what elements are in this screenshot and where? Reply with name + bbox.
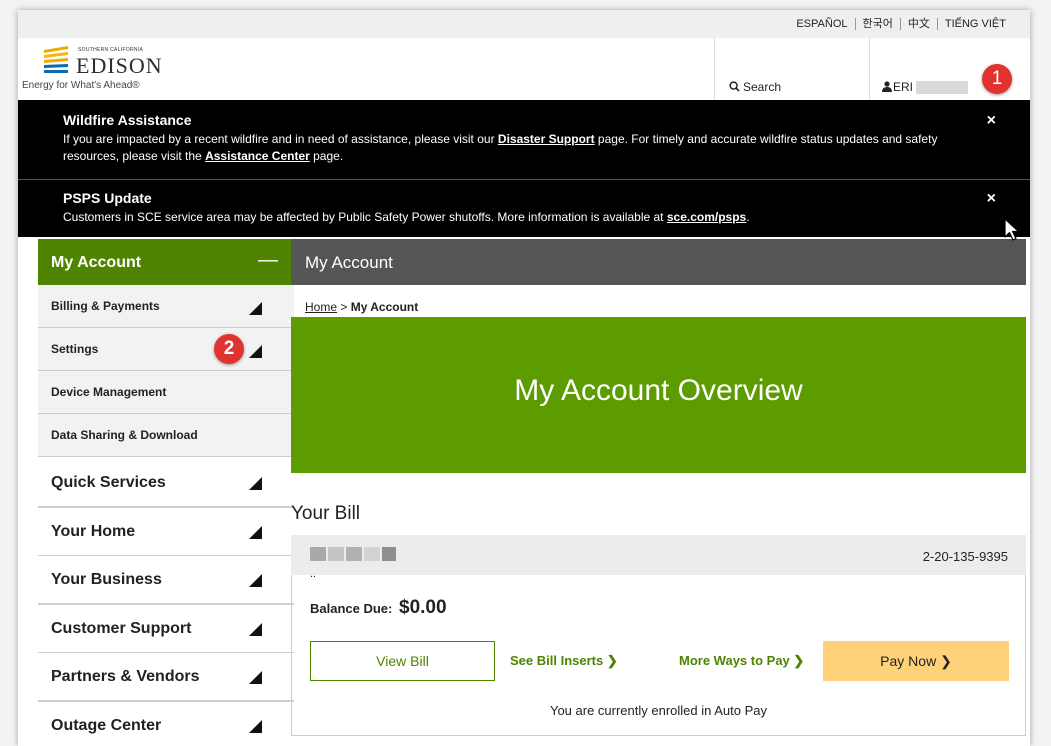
redacted-account-name: ..	[310, 547, 402, 580]
alert-body: If you are impacted by a recent wildfire…	[63, 131, 963, 165]
user-name: ERI	[893, 80, 914, 94]
alert-text: .	[746, 210, 750, 224]
assistance-center-link[interactable]: Assistance Center	[205, 149, 310, 163]
sidebar-item-label: Your Home	[51, 523, 136, 540]
content-header: My Account	[291, 239, 1026, 285]
sidebar-item-label: Data Sharing & Download	[51, 428, 198, 442]
sidebar-item-label: Settings	[51, 342, 99, 356]
content-header-title: My Account	[305, 253, 393, 272]
breadcrumb-separator: >	[337, 300, 351, 314]
alert-title: Wildfire Assistance	[63, 112, 192, 128]
balance-amount: $0.00	[399, 597, 447, 618]
language-bar: ESPAÑOL 한국어 中文 TIẾNG VIỆT	[18, 10, 1030, 38]
collapse-icon[interactable]: —	[258, 249, 278, 272]
expand-triangle-icon	[249, 477, 262, 490]
sidebar-item-your-home[interactable]: Your Home	[38, 508, 294, 557]
sidebar-item-data-sharing[interactable]: Data Sharing & Download	[38, 414, 294, 457]
sidebar-item-label: Device Management	[51, 385, 167, 399]
pay-now-button[interactable]: Pay Now ❯	[823, 641, 1009, 681]
balance-due: Balance Due: $0.00	[310, 597, 447, 619]
close-icon[interactable]: ×	[987, 190, 996, 208]
bill-summary: Balance Due: $0.00 View Bill See Bill In…	[291, 575, 1026, 736]
redacted-user-name	[916, 81, 969, 95]
alert-text: page.	[309, 149, 344, 163]
account-number: 2-20-135-9395	[922, 549, 1008, 564]
logo-name: EDISON	[76, 53, 163, 78]
expand-triangle-icon	[249, 302, 262, 315]
sidebar-item-settings[interactable]: Settings 2	[38, 328, 294, 371]
sidebar-item-label: Your Business	[51, 571, 162, 588]
lang-chinese[interactable]: 中文	[901, 18, 938, 30]
see-bill-inserts-link[interactable]: See Bill Inserts ❯	[510, 653, 618, 669]
lang-espanol[interactable]: ESPAÑOL	[789, 18, 856, 30]
psps-alert: PSPS Update Customers in SCE service are…	[18, 180, 1030, 237]
alert-title: PSPS Update	[63, 190, 152, 206]
sidebar-item-label: Quick Services	[51, 474, 166, 491]
user-icon	[882, 81, 892, 92]
sidebar-item-outage-center[interactable]: Outage Center	[38, 702, 294, 746]
page-title: My Account Overview	[514, 374, 803, 407]
overview-banner: My Account Overview	[291, 317, 1026, 473]
sidebar-nav: My Account — Billing & Payments Settings…	[38, 239, 294, 746]
your-bill-heading: Your Bill	[291, 503, 361, 524]
wildfire-alert: Wildfire Assistance If you are impacted …	[18, 100, 1030, 180]
alert-text: If you are impacted by a recent wildfire…	[63, 132, 498, 146]
sidebar-item-label: Partners & Vendors	[51, 668, 200, 685]
mouse-cursor-icon	[1004, 218, 1020, 241]
sidebar-item-billing-payments[interactable]: Billing & Payments	[38, 285, 294, 328]
annotation-badge-1: 1	[982, 64, 1012, 94]
site-header: SOUTHERN CALIFORNIA EDISON Energy for Wh…	[18, 38, 1030, 100]
lang-vietnamese[interactable]: TIẾNG VIỆT	[938, 18, 1006, 30]
breadcrumb: Home > My Account	[305, 300, 418, 314]
header-search[interactable]: Search	[714, 38, 870, 100]
sun-logo-icon	[42, 44, 72, 74]
sidebar-item-device-management[interactable]: Device Management	[38, 371, 294, 414]
main-content: My Account Home > My Account My Account …	[291, 239, 1026, 746]
breadcrumb-current: My Account	[350, 300, 419, 314]
search-control[interactable]: Search	[729, 80, 781, 94]
sidebar-item-customer-support[interactable]: Customer Support	[38, 605, 294, 654]
language-links: ESPAÑOL 한국어 中文 TIẾNG VIỆT	[789, 18, 1006, 30]
alert-body: Customers in SCE service area may be aff…	[63, 209, 963, 226]
search-icon	[729, 81, 740, 92]
view-bill-button[interactable]: View Bill	[310, 641, 495, 681]
balance-label: Balance Due:	[310, 601, 393, 616]
sidebar-item-label: Outage Center	[51, 717, 162, 734]
edison-logo[interactable]: SOUTHERN CALIFORNIA EDISON Energy for Wh…	[22, 44, 182, 96]
sidebar-header-my-account[interactable]: My Account —	[38, 239, 294, 285]
more-ways-to-pay-link[interactable]: More Ways to Pay ❯	[679, 653, 804, 669]
sidebar-item-label: Customer Support	[51, 620, 192, 637]
expand-triangle-icon	[249, 623, 262, 636]
expand-triangle-icon	[249, 345, 262, 358]
sidebar-header-label: My Account	[51, 254, 142, 271]
expand-triangle-icon	[249, 720, 262, 733]
psps-link[interactable]: sce.com/psps	[667, 210, 746, 224]
breadcrumb-home-link[interactable]: Home	[305, 300, 337, 314]
logo-tagline: Energy for What's Ahead®	[22, 80, 140, 91]
sidebar-item-your-business[interactable]: Your Business	[38, 556, 294, 605]
expand-triangle-icon	[249, 574, 262, 587]
account-bar: .. 2-20-135-9395	[291, 535, 1026, 580]
autopay-status: You are currently enrolled in Auto Pay	[549, 703, 768, 718]
browser-page: ESPAÑOL 한국어 中文 TIẾNG VIỆT SOUTHERN CALIF…	[18, 10, 1030, 746]
annotation-badge-2: 2	[214, 334, 244, 364]
search-label: Search	[743, 80, 782, 94]
sidebar-item-label: Billing & Payments	[51, 299, 160, 313]
alert-text: Customers in SCE service area may be aff…	[63, 210, 667, 224]
lang-korean[interactable]: 한국어	[856, 18, 901, 30]
sidebar-item-partners-vendors[interactable]: Partners & Vendors	[38, 653, 294, 702]
user-menu[interactable]: ERI	[882, 80, 969, 95]
close-icon[interactable]: ×	[987, 112, 996, 130]
expand-triangle-icon	[249, 671, 262, 684]
sidebar-item-quick-services[interactable]: Quick Services	[38, 459, 294, 508]
expand-triangle-icon	[249, 526, 262, 539]
disaster-support-link[interactable]: Disaster Support	[498, 132, 595, 146]
screenshot-frame: ESPAÑOL 한국어 中文 TIẾNG VIỆT SOUTHERN CALIF…	[0, 0, 1051, 746]
